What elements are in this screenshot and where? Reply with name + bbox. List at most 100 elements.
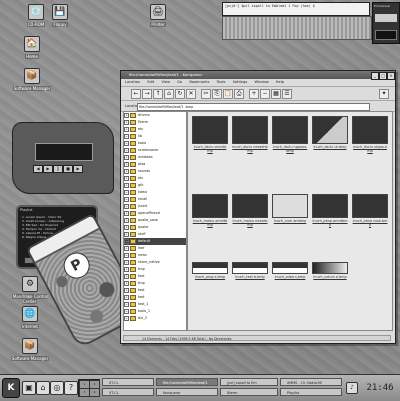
file-thumbnail[interactable]: lnuch_test b.bmp — [232, 262, 268, 279]
pause-icon[interactable]: ‖ — [53, 165, 63, 173]
tree-item[interactable]: + bin_2 — [124, 315, 186, 322]
tree-item[interactable]: + etc — [124, 126, 186, 133]
reload-icon[interactable]: ↻ — [175, 89, 185, 99]
tree-item[interactable]: + leaf — [124, 245, 186, 252]
tree-item[interactable]: + kmail — [124, 196, 186, 203]
tree-item[interactable]: + tmp — [124, 280, 186, 287]
menu-view[interactable]: View — [161, 80, 170, 84]
terminal-window[interactable]: [pcjd~] $pcl xspoll to Emblem1 1 Fop (hx… — [222, 2, 370, 16]
minimize-icon[interactable]: _ — [371, 72, 379, 80]
tree-item[interactable]: + tools — [124, 140, 186, 147]
tree-item[interactable]: + gtk — [124, 182, 186, 189]
tree-item[interactable]: + tools_1 — [124, 308, 186, 315]
task-button[interactable]: XMMS - 15. Nokia-Mi — [280, 378, 342, 386]
floppy-icon[interactable]: 💾 Floppy — [36, 4, 84, 27]
browser-launcher-icon[interactable]: ◎ — [50, 381, 64, 395]
file-thumbnail[interactable]: lnuch_prog s.bmp — [192, 262, 228, 279]
icon-view-icon[interactable]: ▦ — [271, 89, 281, 99]
tree-item[interactable]: + etc — [124, 175, 186, 182]
task-button[interactable]: [pcl] xspoll to Em — [220, 378, 278, 386]
mini-app-window[interactable]: Emmanuel — [372, 2, 400, 44]
task-button[interactable]: XT-CL — [102, 388, 154, 396]
file-thumbnail[interactable]: lnuch_dsclu omnitbmp — [192, 116, 228, 153]
copy-icon[interactable]: ⎘ — [212, 89, 222, 99]
menu-location[interactable]: Location — [125, 80, 140, 84]
file-thumbnail[interactable]: lnuch_dsclu utgoo.bmp — [352, 116, 388, 153]
help-launcher-icon[interactable]: ? — [64, 381, 78, 395]
tree-item[interactable]: + stuff — [124, 231, 186, 238]
tree-item[interactable]: + test_1 — [124, 301, 186, 308]
home-launcher-icon[interactable]: ⌂ — [36, 381, 50, 395]
pager-desktop-4[interactable]: 4 — [89, 388, 100, 397]
menu-tools[interactable]: Tools — [217, 80, 226, 84]
maximize-icon[interactable]: □ — [379, 72, 387, 80]
software-manager-icon[interactable]: 📦 Software Manager — [8, 68, 56, 91]
file-thumbnail[interactable]: lnuch_pbnp noot.bmp — [352, 194, 388, 227]
close-icon[interactable]: × — [387, 72, 395, 80]
tree-item[interactable]: + windows — [124, 154, 186, 161]
folder-tree[interactable]: + drivers + Eterm + etc + lib + tools + screen… — [123, 111, 187, 331]
stop-nav-icon[interactable]: ✕ — [186, 89, 196, 99]
tree-item[interactable]: + drivers — [124, 112, 186, 119]
internet-icon[interactable]: 🌐 Internet — [6, 306, 54, 329]
next-icon[interactable]: ▶ — [73, 165, 83, 173]
file-thumbnail[interactable]: lnuch_mainu omnitbmp — [192, 194, 228, 227]
tree-item[interactable]: + kdeui — [124, 189, 186, 196]
tree-item[interactable]: + sounds — [124, 168, 186, 175]
menu-help[interactable]: Help — [276, 80, 284, 84]
file-icon-view[interactable]: lnuch_dsclu omnitbmp lnuch_dsclu neesehb… — [187, 111, 393, 331]
back-icon[interactable]: ← — [131, 89, 141, 99]
tree-item-selected[interactable]: − default — [124, 238, 186, 245]
file-manager-window[interactable]: file:/home/doffi/files/leaf/1 - Konquero… — [120, 70, 396, 344]
file-thumbnail[interactable]: lnuch_dsclu ngpooa.bmp — [272, 116, 308, 153]
window-titlebar[interactable]: file:/home/doffi/files/leaf/1 - Konquero… — [121, 71, 395, 80]
prev-icon[interactable]: ◀ — [33, 165, 43, 173]
task-button[interactable]: Konqueror — [156, 388, 218, 396]
tree-item[interactable]: + share_native — [124, 259, 186, 266]
tree-item[interactable]: + tmp — [124, 266, 186, 273]
task-button[interactable]: XT-CL — [102, 378, 154, 386]
tree-item[interactable]: + jscert — [124, 203, 186, 210]
play-icon[interactable]: ▶ — [43, 165, 53, 173]
task-button[interactable]: Playlist — [280, 388, 342, 396]
tree-item[interactable]: + test — [124, 287, 186, 294]
terminal-launcher-icon[interactable]: ▣ — [22, 381, 36, 395]
tree-item[interactable]: + test — [124, 273, 186, 280]
tree-item[interactable]: + screensaver — [124, 147, 186, 154]
tree-item[interactable]: + openofficevd — [124, 210, 186, 217]
clock[interactable]: 21:46 — [366, 381, 394, 395]
home-icon[interactable]: 🏠 Home — [8, 36, 56, 59]
file-thumbnail[interactable]: lnuch_num ambmp — [272, 194, 308, 223]
file-thumbnail[interactable]: lnuch_dsclu neesehbmp — [232, 116, 268, 153]
location-input[interactable]: file:/home/doffi/files/leaf/1 .bmp — [137, 103, 370, 111]
file-thumbnail[interactable]: lnuch_mainu neesebmp — [232, 194, 268, 227]
menu-edit[interactable]: Edit — [147, 80, 154, 84]
home-nav-icon[interactable]: ⌂ — [164, 89, 174, 99]
forward-icon[interactable]: → — [142, 89, 152, 99]
tree-item[interactable]: + ptsa — [124, 161, 186, 168]
tray-icon[interactable]: ♪ — [346, 382, 358, 394]
tree-item[interactable]: + lib — [124, 133, 186, 140]
tree-item[interactable]: + news — [124, 252, 186, 259]
menu-go[interactable]: Go — [177, 80, 182, 84]
tree-item[interactable]: + quake_save — [124, 217, 186, 224]
task-button[interactable]: Xterm — [220, 388, 278, 396]
media-player[interactable]: ◀ ▶ ‖ ■ ▶ — [12, 122, 114, 194]
file-thumbnail[interactable]: lnuch_volum e.bmp — [312, 262, 348, 279]
zoom-in-icon[interactable]: + — [249, 89, 259, 99]
start-menu-button[interactable]: K — [2, 378, 20, 398]
zoom-out-icon[interactable]: − — [260, 89, 270, 99]
file-thumbnail[interactable]: lnuch_pbnp pmntbmp — [312, 194, 348, 227]
task-button-active[interactable]: file:/home/doffi/files/leaf/1 — [156, 378, 218, 386]
menu-settings[interactable]: Settings — [233, 80, 248, 84]
menu-bookmarks[interactable]: Bookmarks — [189, 80, 209, 84]
tree-item[interactable]: + test — [124, 294, 186, 301]
software-manager-2-icon[interactable]: 📦 Software Manager — [6, 338, 54, 361]
file-thumbnail[interactable]: lnuch_vdeo s.bmp — [272, 262, 308, 279]
stop-icon[interactable]: ■ — [63, 165, 73, 173]
cut-icon[interactable]: ✂ — [201, 89, 211, 99]
printer-icon[interactable]: 🖨 Printer — [134, 4, 182, 27]
up-icon[interactable]: ↑ — [153, 89, 163, 99]
list-view-icon[interactable]: ☰ — [282, 89, 292, 99]
menu-window[interactable]: Window — [254, 80, 268, 84]
